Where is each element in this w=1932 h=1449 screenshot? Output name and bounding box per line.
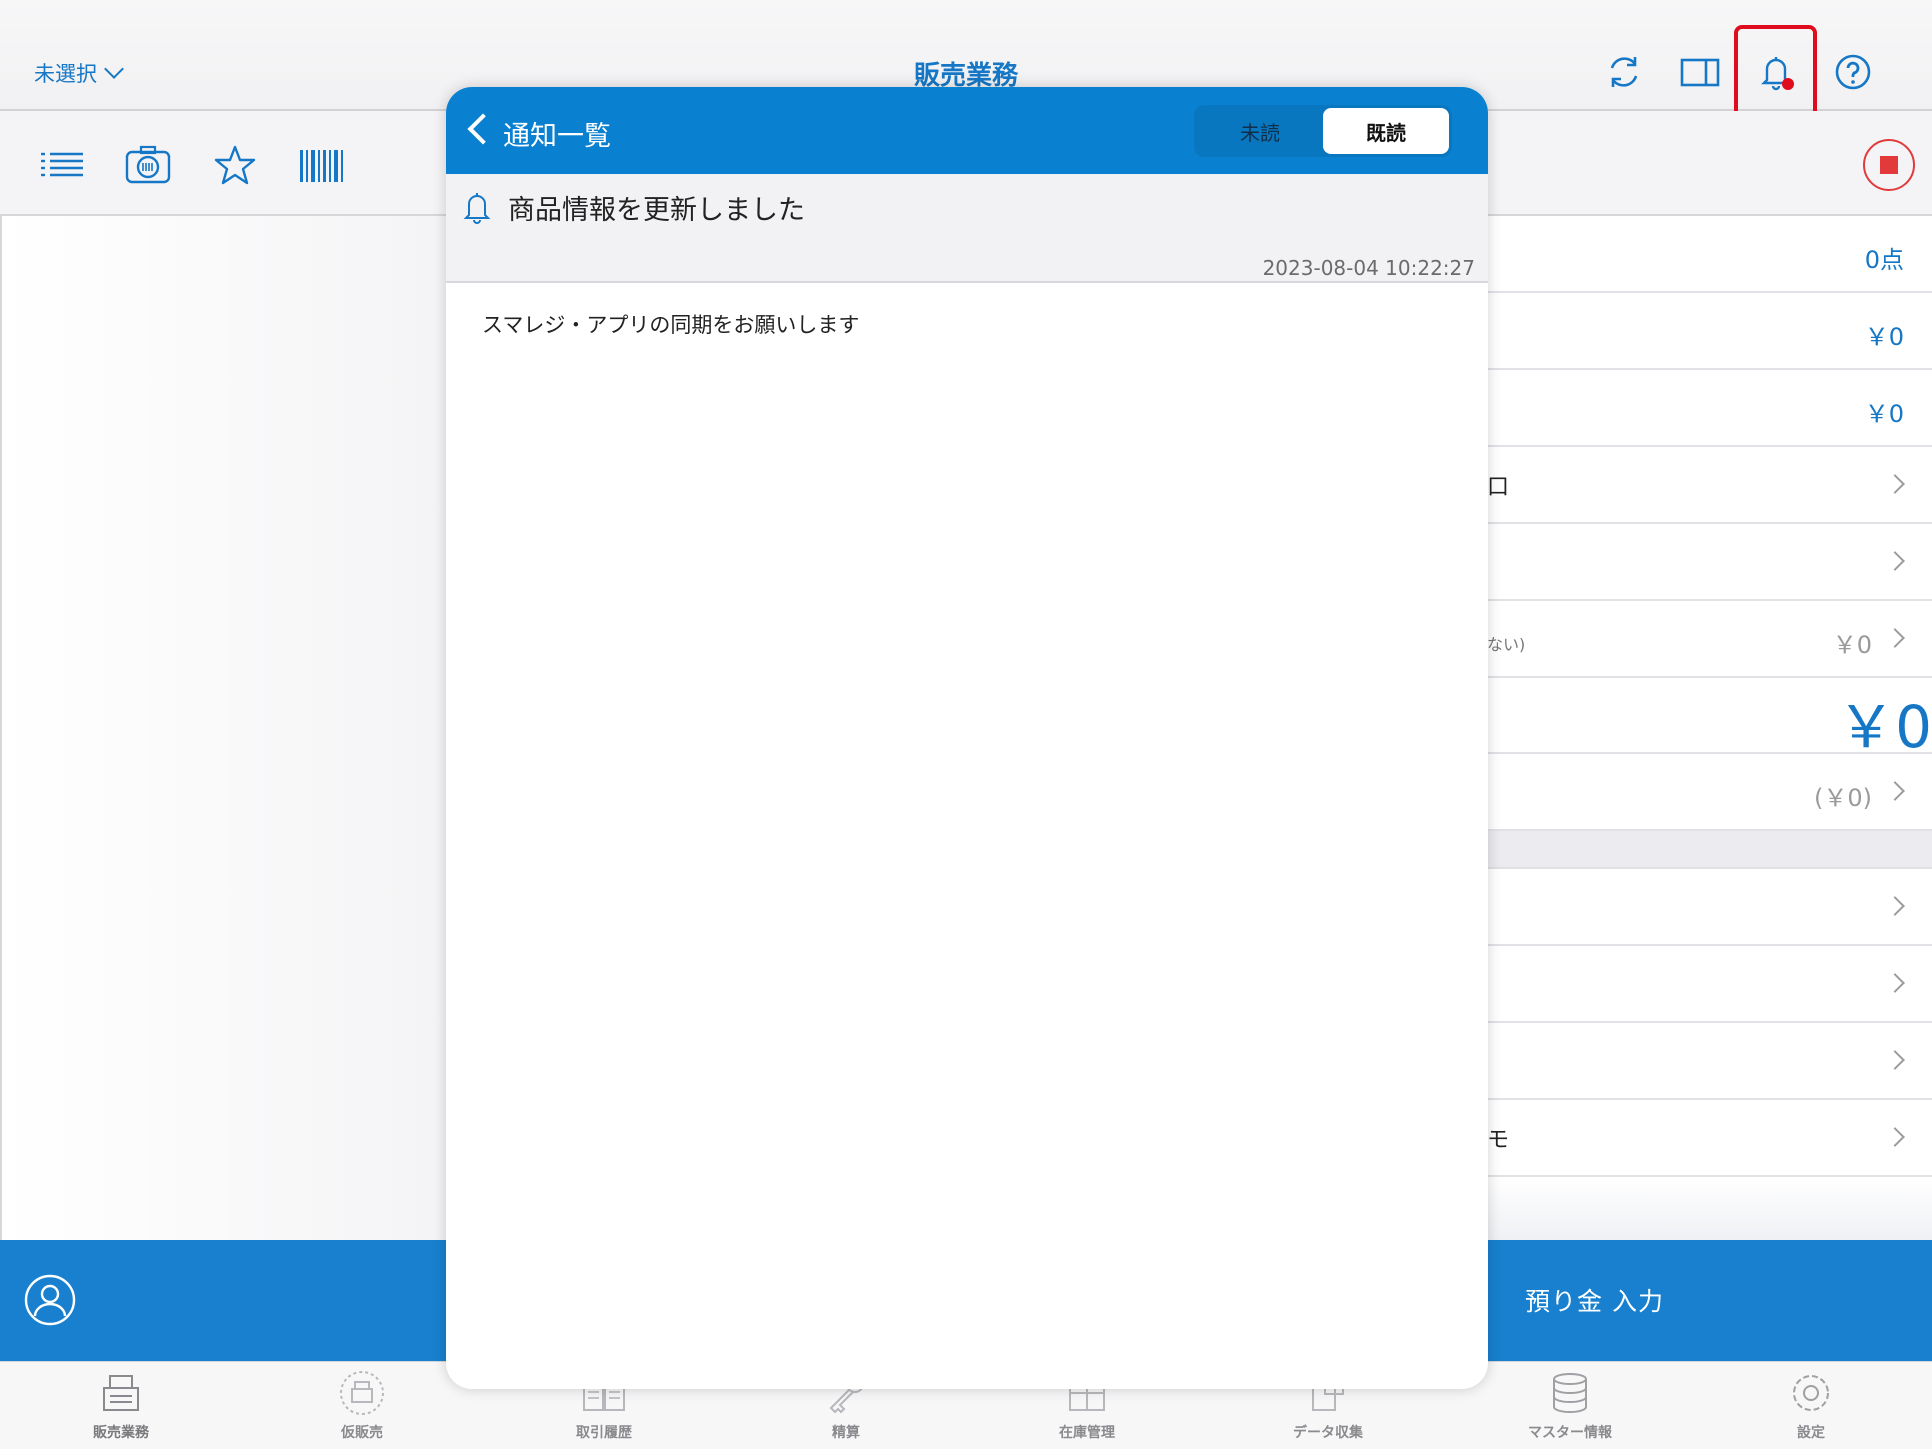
items-count-value: 0点 [1864,246,1904,274]
bell-icon[interactable] [1756,52,1796,92]
summary-row-6-value: ￥0 [1832,631,1872,659]
chevron-right-icon [1885,781,1905,801]
register-icon [103,1375,139,1411]
summary-row-subtotal: ￥0 [1487,293,1932,370]
summary-row-11[interactable] [1487,1023,1932,1100]
camera-icon[interactable] [124,144,172,186]
total-value: ￥0 [1837,693,1932,761]
temp-sale-icon [340,1371,384,1415]
barcode-icon[interactable] [298,144,346,186]
chevron-right-icon [1885,551,1905,571]
summary-row-12-label: モ [1487,1128,1510,1153]
cart-item-pane [0,216,446,1240]
tab-label: データ収集 [1293,1425,1363,1441]
tax-value: ￥0 [1864,400,1904,428]
stop-icon[interactable] [1863,139,1915,191]
summary-row-count: 0点 [1487,216,1932,293]
summary-row-4[interactable]: 口 [1487,447,1932,524]
notification-title: 商品情報を更新しました [508,195,805,226]
sync-icon[interactable] [1604,52,1644,92]
notification-body: スマレジ・アプリの同期をお願いします [482,313,860,337]
tab-label: マスター情報 [1528,1425,1612,1441]
master-data-icon [1553,1373,1587,1413]
chevron-right-icon [1885,628,1905,648]
chevron-right-icon [1885,896,1905,916]
summary-row-tax: ￥0 [1487,370,1932,447]
summary-row-10[interactable] [1487,946,1932,1023]
bell-icon [463,193,491,224]
segment-read[interactable]: 既読 [1323,108,1449,154]
help-icon[interactable] [1833,52,1873,92]
section-divider [1487,831,1932,869]
read-filter-segmented-control: 未読 既読 [1194,105,1452,157]
deposit-input-button[interactable]: 預り金 入力 [1525,1282,1664,1318]
back-chevron-icon[interactable] [467,113,499,145]
segment-unread[interactable]: 未読 [1197,108,1323,154]
summary-row-4-label: 口 [1487,475,1510,500]
modal-title[interactable]: 通知一覧 [503,114,611,153]
summary-row-total: ￥0 [1487,678,1932,761]
notification-list-modal: 通知一覧 未読 既読 商品情報を更新しました 2023-08-04 10:22:… [446,87,1488,1389]
star-icon[interactable] [211,144,259,186]
chevron-right-icon [1885,1050,1905,1070]
settings-icon [1793,1375,1829,1411]
summary-row-9[interactable] [1487,869,1932,946]
sales-summary-list: 0点 ￥0 ￥0 口 ない) ￥0 ￥0 (￥0) モ [1487,216,1932,1251]
tab-temp-sale[interactable]: 仮販売 [292,1370,432,1442]
chevron-right-icon [1885,474,1905,494]
customer-avatar-icon[interactable] [24,1274,76,1326]
tab-label: 精算 [832,1425,860,1441]
chevron-right-icon [1885,973,1905,993]
summary-row-12[interactable]: モ [1487,1100,1932,1177]
summary-row-8[interactable]: (￥0) [1487,754,1932,831]
tab-master-data[interactable]: マスター情報 [1500,1370,1640,1442]
summary-row-8-value: (￥0) [1814,784,1872,812]
split-view-icon[interactable] [1680,52,1720,92]
tab-label: 取引履歴 [576,1425,632,1441]
notification-item-header: 商品情報を更新しました 2023-08-04 10:22:27 [446,174,1488,283]
notification-timestamp: 2023-08-04 10:22:27 [1262,256,1475,280]
tab-settings[interactable]: 設定 [1741,1370,1881,1442]
summary-row-5[interactable] [1487,524,1932,601]
tab-label: 在庫管理 [1059,1425,1115,1441]
tab-label: 設定 [1797,1425,1825,1441]
chevron-right-icon [1885,1127,1905,1147]
tab-label: 販売業務 [93,1425,149,1441]
tab-label: 仮販売 [341,1425,383,1441]
summary-row-6-label: ない) [1487,635,1526,654]
tab-sales[interactable]: 販売業務 [51,1370,191,1442]
modal-header: 通知一覧 未読 既読 [446,87,1488,174]
summary-row-6[interactable]: ない) ￥0 [1487,601,1932,678]
subtotal-value: ￥0 [1864,323,1904,351]
list-icon[interactable] [38,144,86,186]
